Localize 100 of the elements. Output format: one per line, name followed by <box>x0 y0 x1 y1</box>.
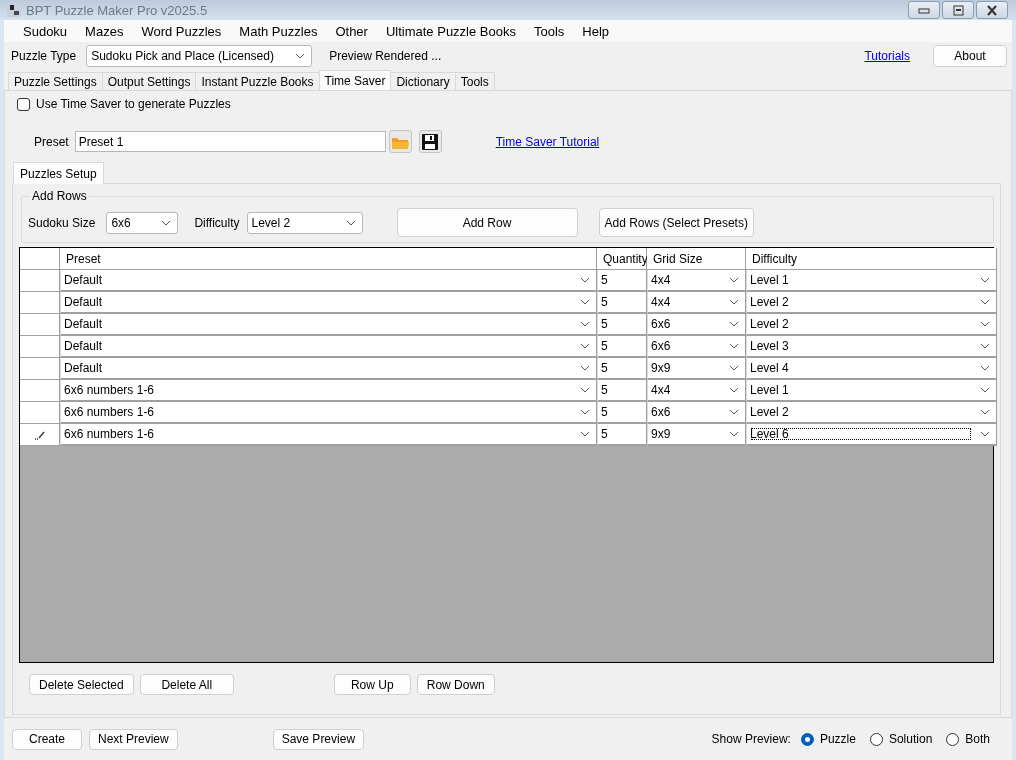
caret-icon <box>980 343 990 349</box>
tab[interactable]: Output Settings <box>101 72 197 90</box>
footer-button[interactable]: Create <box>12 728 82 750</box>
dropdown-cell[interactable]: Level 1 <box>746 380 997 402</box>
quantity-cell[interactable]: 5 <box>597 380 647 402</box>
dropdown-cell[interactable]: 6x6 numbers 1-6 <box>60 380 597 402</box>
checkbox[interactable] <box>17 97 30 111</box>
quantity-cell[interactable]: 5 <box>597 292 647 314</box>
close-button[interactable] <box>976 1 1008 19</box>
about-button[interactable]: About <box>933 45 1007 67</box>
caret-icon <box>980 409 990 415</box>
caret-icon <box>345 219 356 226</box>
field-label: Show Preview: <box>711 732 791 746</box>
dropdown-cell[interactable]: 4x4 <box>647 270 746 292</box>
caret-icon <box>729 277 739 283</box>
dropdown-cell[interactable]: 6x6 numbers 1-6 <box>60 424 597 446</box>
preset-field[interactable]: Preset 1 <box>74 131 386 152</box>
menu-item[interactable]: Sudoku <box>14 23 77 39</box>
grid-button[interactable]: Row Up <box>333 674 411 695</box>
radio-option[interactable]: Both <box>946 732 990 746</box>
field-label: Preset <box>34 134 69 149</box>
difficulty-dropdown[interactable]: Level 2 <box>246 211 363 234</box>
maximize-icon <box>951 3 965 17</box>
dropdown-cell[interactable]: 9x9 <box>647 424 746 446</box>
quantity-cell[interactable]: 5 <box>597 424 647 446</box>
dropdown-cell[interactable]: 6x6 <box>647 336 746 358</box>
menu-item[interactable]: Tools <box>525 23 574 39</box>
row-header[interactable] <box>20 292 60 314</box>
radio-button[interactable] <box>946 732 960 746</box>
dropdown-cell[interactable]: 6x6 <box>647 314 746 336</box>
footer-button[interactable]: Next Preview <box>89 728 178 750</box>
caret-icon <box>729 431 739 437</box>
row-header[interactable] <box>20 424 60 446</box>
footer-button[interactable]: Save Preview <box>272 728 365 750</box>
dropdown-cell[interactable]: Level 1 <box>746 270 997 292</box>
dropdown-cell[interactable]: Default <box>60 270 597 292</box>
radio-button[interactable] <box>869 732 883 746</box>
radio-option[interactable]: Puzzle <box>800 732 856 746</box>
close-icon <box>985 3 999 17</box>
row-header[interactable] <box>20 358 60 380</box>
row-header[interactable] <box>20 336 60 358</box>
dropdown-cell[interactable]: Level 2 <box>746 314 997 336</box>
quantity-cell[interactable]: 5 <box>597 314 647 336</box>
puzzle-type-dropdown[interactable]: Sudoku Pick and Place (Licensed) <box>86 45 313 67</box>
dropdown-cell[interactable]: 9x9 <box>647 358 746 380</box>
menu-item[interactable]: Other <box>326 23 377 39</box>
dropdown-cell[interactable]: Default <box>60 358 597 380</box>
menu-item[interactable]: Ultimate Puzzle Books <box>376 23 525 39</box>
field-label: Puzzle Type <box>11 49 77 63</box>
window-title: BPT Puzzle Maker Pro v2025.5 <box>26 2 209 18</box>
dropdown-cell[interactable]: 6x6 numbers 1-6 <box>60 402 597 424</box>
row-header[interactable] <box>20 270 60 292</box>
open-button[interactable] <box>388 130 412 153</box>
tab[interactable]: Dictionary <box>390 72 456 90</box>
caret-icon <box>295 53 306 59</box>
tab[interactable]: Tools <box>454 72 495 90</box>
menu-item[interactable]: Math Puzzles <box>230 23 327 39</box>
minimize-button[interactable] <box>908 1 940 19</box>
dropdown-cell[interactable]: Level 2 <box>746 292 997 314</box>
dropdown-cell[interactable]: 6x6 <box>647 402 746 424</box>
tutorials-link[interactable]: Tutorials <box>864 49 910 63</box>
sudoku-size-dropdown[interactable]: 6x6 <box>106 211 179 234</box>
dropdown-cell[interactable]: Level 2 <box>746 402 997 424</box>
field-label: Difficulty <box>194 215 240 230</box>
dropdown-cell[interactable]: Default <box>60 336 597 358</box>
quantity-cell[interactable]: 5 <box>597 358 647 380</box>
menu-item[interactable]: Word Puzzles <box>132 23 231 39</box>
radio-option[interactable]: Solution <box>869 732 933 746</box>
row-header[interactable] <box>20 380 60 402</box>
row-header[interactable] <box>20 402 60 424</box>
quantity-cell[interactable]: 5 <box>597 336 647 358</box>
menu-item[interactable]: Help <box>573 23 619 39</box>
caret-icon <box>580 299 590 305</box>
row-header[interactable] <box>20 314 60 336</box>
menu-item[interactable]: Mazes <box>76 23 133 39</box>
quantity-cell[interactable]: 5 <box>597 402 647 424</box>
grid-button[interactable]: Delete Selected <box>29 674 134 695</box>
add-button[interactable]: Add Rows (Select Presets) <box>598 208 754 237</box>
dropdown-cell[interactable]: 4x4 <box>647 292 746 314</box>
caret-icon <box>580 343 590 349</box>
tab[interactable]: Puzzle Settings <box>8 72 103 90</box>
dropdown-cell[interactable]: Default <box>60 292 597 314</box>
add-button[interactable]: Add Row <box>396 208 578 237</box>
dropdown-cell[interactable]: Level 3 <box>746 336 997 358</box>
status-text: Preview Rendered ... <box>329 49 443 63</box>
caret-icon <box>580 431 590 437</box>
tab[interactable]: Time Saver <box>318 70 392 90</box>
dropdown-cell[interactable]: Default <box>60 314 597 336</box>
grid-button[interactable]: Delete All <box>139 674 234 695</box>
save-button[interactable] <box>418 130 442 153</box>
radio-button[interactable] <box>800 732 814 746</box>
tab[interactable]: Puzzles Setup <box>13 162 104 184</box>
grid-button[interactable]: Row Down <box>416 674 495 695</box>
caret-icon <box>980 299 990 305</box>
caret-icon <box>980 431 990 437</box>
maximize-button[interactable] <box>942 1 974 19</box>
tutorial-link[interactable]: Time Saver Tutorial <box>495 134 600 149</box>
dropdown-cell[interactable]: 4x4 <box>647 380 746 402</box>
dropdown-cell[interactable]: Level 4 <box>746 358 997 380</box>
quantity-cell[interactable]: 5 <box>597 270 647 292</box>
